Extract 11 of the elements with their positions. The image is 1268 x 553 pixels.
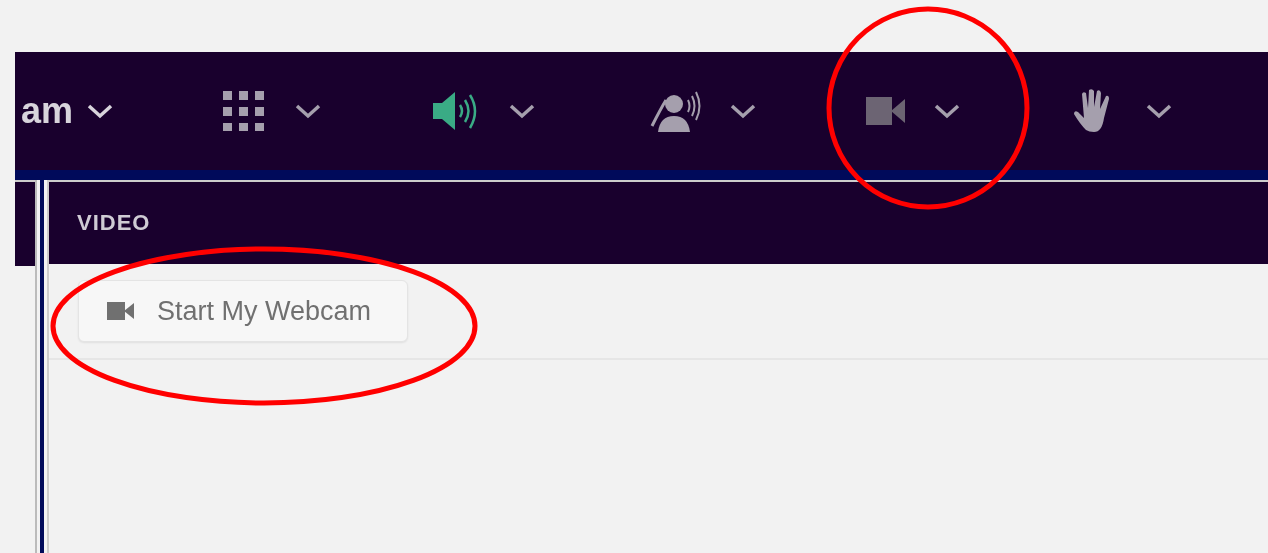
caret-icon[interactable] [509,103,536,119]
panel-title: VIDEO [77,210,151,236]
toolbar-title: am [21,90,74,132]
caret-icon[interactable] [1146,103,1173,119]
speaking-person-icon[interactable] [650,90,703,132]
start-webcam-button[interactable]: Start My Webcam [78,280,409,342]
video-camera-icon [107,301,135,321]
caret-icon[interactable] [295,103,322,119]
caret-icon[interactable] [730,103,757,119]
caret-icon[interactable] [934,103,961,119]
caret-icon[interactable] [87,103,114,119]
